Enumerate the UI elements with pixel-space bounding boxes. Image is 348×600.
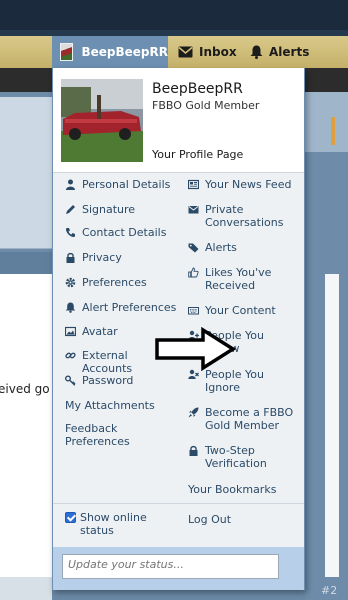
logout-link[interactable]: Log Out [188, 513, 231, 526]
menu-item-label: Alerts [205, 241, 237, 254]
menu-item-label: Feedback Preferences [65, 422, 130, 448]
menu-item-alert-preferences[interactable]: Alert Preferences [65, 301, 177, 314]
show-online-label: Show online status [80, 511, 147, 537]
status-update-area [53, 547, 304, 590]
menu-item-my-attachments[interactable]: My Attachments [65, 399, 177, 412]
menu-item-label: Privacy [82, 251, 122, 264]
menu-item-label: Alert Preferences [82, 301, 177, 314]
news-icon [188, 179, 199, 190]
lock-icon [189, 445, 198, 456]
site-header-bar [0, 0, 348, 36]
background-strip [305, 92, 348, 152]
background-post-edge [325, 274, 339, 577]
image-icon [65, 326, 76, 337]
background-page-right: #2 [305, 92, 348, 600]
avatar-photo [61, 79, 143, 162]
keyboard-icon [188, 307, 199, 315]
your-profile-page-link[interactable]: Your Profile Page [152, 148, 243, 161]
tag-icon [188, 243, 199, 253]
menu-item-label: People You Ignore [205, 368, 265, 394]
menu-item-label: Private Conversations [205, 203, 284, 229]
menu-item-label: Contact Details [82, 226, 167, 239]
menu-item-label: Your News Feed [205, 178, 292, 191]
background-accent [331, 117, 335, 145]
user-tab-label: BeepBeepRR [81, 45, 168, 59]
menu-item-your-news-feed[interactable]: Your News Feed [188, 178, 300, 191]
key-icon [65, 375, 76, 386]
annotation-arrow-icon [155, 327, 236, 371]
menu-item-label: Your Bookmarks [188, 483, 277, 496]
menu-item-label: Two-Step Verification [205, 444, 267, 470]
menu-item-private-conversations[interactable]: Private Conversations [188, 203, 284, 229]
menu-item-label: Your Content [205, 304, 276, 317]
menu-item-alerts[interactable]: Alerts [188, 241, 300, 254]
menu-item-people-you-ignore[interactable]: People You Ignore [188, 368, 278, 394]
menu-item-label: Likes You've Received [205, 266, 272, 292]
menu-item-label: My Attachments [65, 399, 155, 412]
menu-item-label: Preferences [82, 276, 147, 289]
person-icon [66, 179, 75, 190]
menu-item-label: Personal Details [82, 178, 171, 191]
envelope-icon [178, 46, 193, 58]
menu-item-become-gold-member[interactable]: Become a FBBO Gold Member [188, 406, 298, 432]
rocket-icon [188, 407, 199, 418]
thumbs-up-icon [188, 267, 199, 278]
menu-item-label: Password [82, 374, 134, 387]
pen-icon [66, 205, 75, 214]
menu-item-likes-received[interactable]: Likes You've Received [188, 266, 278, 292]
menu-profile-header: BeepBeepRR FBBO Gold Member Your Profile… [53, 68, 304, 172]
alerts-tab[interactable]: Alerts [248, 36, 348, 68]
background-post: eived go [0, 274, 52, 577]
menu-item-privacy[interactable]: Privacy [65, 251, 177, 264]
menu-item-your-content[interactable]: Your Content [188, 304, 300, 317]
menu-item-contact-details[interactable]: Contact Details [65, 226, 177, 239]
menu-item-label: Signature [82, 203, 136, 216]
status-input[interactable] [62, 554, 279, 579]
menu-item-two-step-verification[interactable]: Two-Step Verification [188, 444, 278, 470]
menu-username[interactable]: BeepBeepRR [152, 81, 243, 97]
bell-icon [65, 302, 76, 313]
lock-icon [66, 252, 75, 263]
phone-icon [66, 228, 75, 237]
menu-item-signature[interactable]: Signature [65, 203, 177, 216]
menu-item-your-bookmarks[interactable]: Your Bookmarks [188, 483, 300, 496]
inbox-tab[interactable]: Inbox [176, 36, 240, 68]
show-online-status-checkbox[interactable]: Show online status [65, 511, 175, 537]
menu-footer-divider [53, 503, 304, 504]
menu-item-password[interactable]: Password [65, 374, 177, 387]
envelope-icon [188, 206, 199, 214]
menu-divider [53, 172, 304, 173]
gear-icon [65, 277, 76, 288]
background-panel [0, 97, 52, 249]
inbox-tab-label: Inbox [199, 45, 237, 59]
menu-item-feedback-preferences[interactable]: Feedback Preferences [65, 422, 145, 448]
menu-item-preferences[interactable]: Preferences [65, 276, 177, 289]
background-post-footer [0, 577, 52, 600]
background-band [0, 252, 52, 274]
menu-user-rank: FBBO Gold Member [152, 99, 260, 112]
link-icon [65, 352, 76, 359]
checkbox-checked-icon[interactable] [65, 512, 76, 523]
menu-item-personal-details[interactable]: Personal Details [65, 178, 177, 191]
background-post-text: eived go [0, 382, 50, 396]
bell-icon [250, 45, 263, 59]
avatar [60, 43, 74, 61]
alerts-tab-label: Alerts [269, 45, 310, 59]
menu-item-label: Become a FBBO Gold Member [205, 406, 294, 432]
post-number: #2 [321, 584, 338, 597]
user-dropdown-menu: BeepBeepRR FBBO Gold Member Your Profile… [52, 68, 305, 590]
background-page-left: eived go [0, 92, 52, 600]
profile-avatar[interactable] [61, 79, 143, 162]
user-menu-tab[interactable]: BeepBeepRR [52, 36, 168, 68]
